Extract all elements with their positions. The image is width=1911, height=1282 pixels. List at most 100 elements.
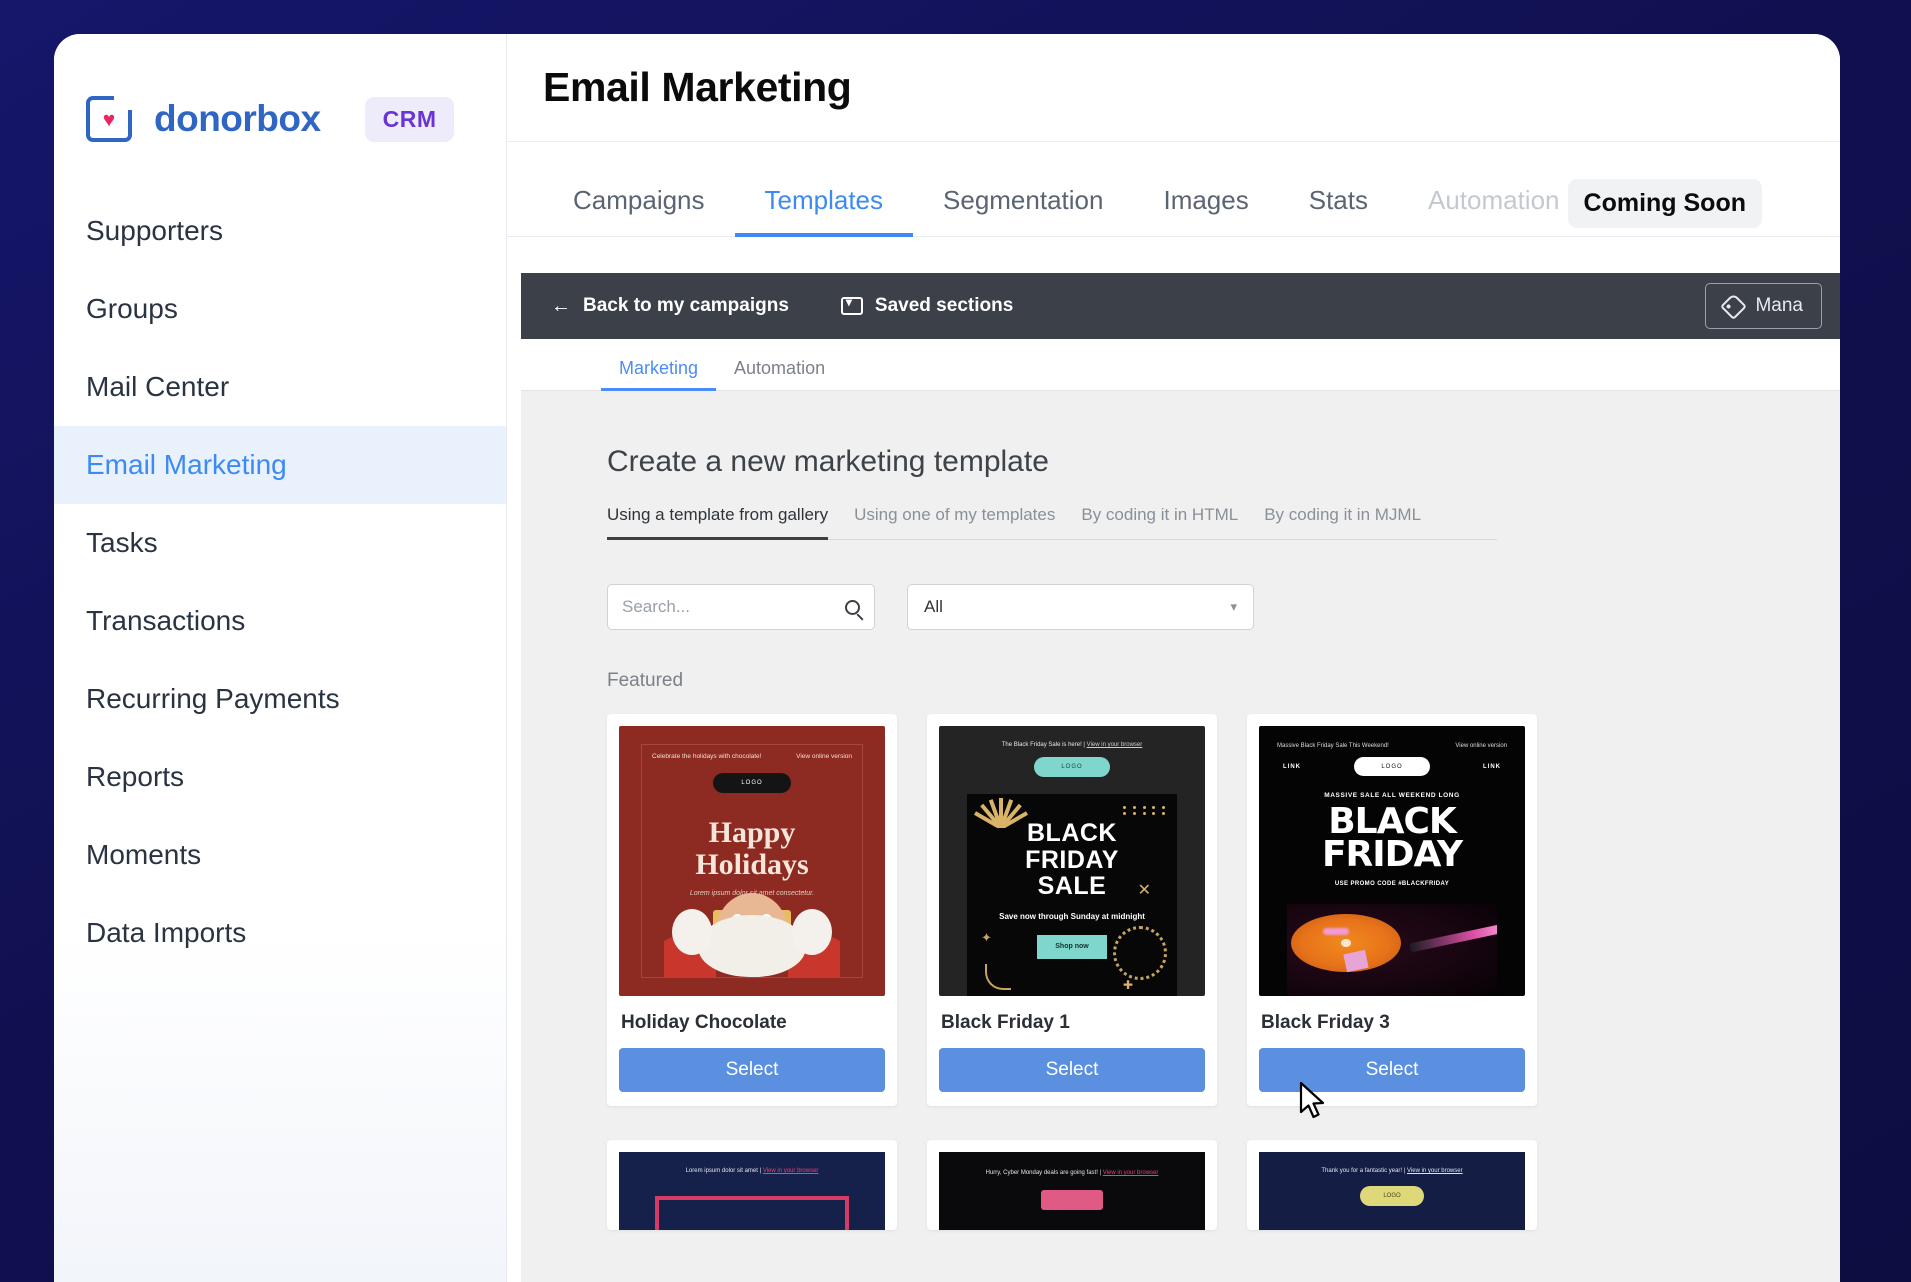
sidebar-item-label: Reports xyxy=(86,761,184,793)
plus-decoration-icon: ✚ xyxy=(1123,978,1133,992)
thumb-headline-line1: Happy xyxy=(642,817,862,849)
tab-label: Automation xyxy=(1428,185,1560,215)
sidebar-item-data-imports[interactable]: Data Imports xyxy=(54,894,506,972)
tab-segmentation[interactable]: Segmentation xyxy=(913,185,1133,236)
gallery-tab-from-gallery[interactable]: Using a template from gallery xyxy=(607,505,841,539)
template-name: Holiday Chocolate xyxy=(621,1012,883,1034)
thumb-kicker: MASSIVE SALE ALL WEEKEND LONG xyxy=(1259,792,1525,799)
page-title: Email Marketing xyxy=(543,64,851,111)
thumb-preheader: Thank you for a fantastic year! | xyxy=(1321,1168,1405,1174)
gallery-tab-code-mjml[interactable]: By coding it in MJML xyxy=(1251,505,1434,539)
turntable-illustration xyxy=(1287,904,1497,996)
thumb-preheader-row: Thank you for a fantastic year! | View i… xyxy=(1259,1152,1525,1174)
thumb-logo: LOGO xyxy=(713,773,791,793)
sidebar-item-reports[interactable]: Reports xyxy=(54,738,506,816)
thumb-preheader: Celebrate the holidays with chocolate! xyxy=(652,753,761,760)
thumb-promo: USE PROMO CODE #BLACKFRIDAY xyxy=(1259,881,1525,887)
subtab-label: Automation xyxy=(734,358,825,378)
sidebar-item-mail-center[interactable]: Mail Center xyxy=(54,348,506,426)
search-input[interactable] xyxy=(622,597,845,617)
sidebar-item-label: Tasks xyxy=(86,527,158,559)
builder-toolbar: ← Back to my campaigns Saved sections Ma… xyxy=(521,273,1840,339)
back-to-campaigns-label: Back to my campaigns xyxy=(583,295,789,317)
sidebar-item-groups[interactable]: Groups xyxy=(54,270,506,348)
dots-decoration-icon xyxy=(1123,806,1169,815)
sidebar: ♥ donorbox CRM Supporters Groups Mail Ce… xyxy=(54,34,507,1282)
back-to-campaigns-button[interactable]: ← Back to my campaigns xyxy=(551,295,789,318)
brand-row[interactable]: ♥ donorbox CRM xyxy=(54,34,506,142)
thumb-preheader-row: Celebrate the holidays with chocolate! V… xyxy=(642,745,862,768)
builder-title: Create a new marketing template xyxy=(607,445,1840,479)
sidebar-item-tasks[interactable]: Tasks xyxy=(54,504,506,582)
manage-label: Mana xyxy=(1755,295,1803,317)
subtab-marketing[interactable]: Marketing xyxy=(601,358,716,390)
builder-body: Create a new marketing template Using a … xyxy=(521,391,1840,1282)
fan-decoration-icon xyxy=(973,796,1029,828)
template-card[interactable]: Celebrate the holidays with chocolate! V… xyxy=(607,714,897,1106)
arrow-left-icon: ← xyxy=(551,295,571,318)
thumb-frame: Celebrate the holidays with chocolate! V… xyxy=(641,744,863,978)
template-thumbnail-black-friday-1: The Black Friday Sale is here! | View in… xyxy=(939,726,1205,996)
template-thumbnail: Hurry, Cyber Monday deals are going fast… xyxy=(939,1152,1205,1230)
thumb-frame xyxy=(655,1196,849,1230)
thumb-logo: LOGO xyxy=(1354,757,1430,776)
tab-label: Templates xyxy=(765,185,884,215)
tab-templates[interactable]: Templates xyxy=(735,185,914,236)
template-thumbnail-holiday-chocolate: Celebrate the holidays with chocolate! V… xyxy=(619,726,885,996)
filter-row: All ▾ xyxy=(607,584,1840,630)
sidebar-item-email-marketing[interactable]: Email Marketing xyxy=(54,426,506,504)
sidebar-item-recurring-payments[interactable]: Recurring Payments xyxy=(54,660,506,738)
thumb-logo: LOGO xyxy=(1034,757,1110,777)
tab-images[interactable]: Images xyxy=(1133,185,1278,236)
select-button[interactable]: Select xyxy=(619,1048,885,1092)
x-decoration-icon: ✕ xyxy=(1138,880,1151,900)
sidebar-item-label: Supporters xyxy=(86,215,223,247)
template-card[interactable]: Lorem ipsum dolor sit amet | View in you… xyxy=(607,1140,897,1230)
sidebar-item-supporters[interactable]: Supporters xyxy=(54,192,506,270)
template-card[interactable]: Hurry, Cyber Monday deals are going fast… xyxy=(927,1140,1217,1230)
sidebar-item-label: Groups xyxy=(86,293,178,325)
tab-label: Campaigns xyxy=(573,185,705,215)
template-card[interactable]: Massive Black Friday Sale This Weekend! … xyxy=(1247,714,1537,1106)
thumb-preheader-row: Massive Black Friday Sale This Weekend! … xyxy=(1259,726,1525,749)
manage-button[interactable]: Mana xyxy=(1705,283,1822,329)
featured-section-label: Featured xyxy=(607,670,1840,692)
tab-stats[interactable]: Stats xyxy=(1279,185,1398,236)
gallery-tab-label: By coding it in HTML xyxy=(1081,505,1238,524)
sidebar-item-label: Moments xyxy=(86,839,201,871)
gallery-tab-my-templates[interactable]: Using one of my templates xyxy=(841,505,1068,539)
category-filter-select[interactable]: All ▾ xyxy=(907,584,1254,630)
subtab-automation[interactable]: Automation xyxy=(716,358,843,390)
thumb-preheader: Massive Black Friday Sale This Weekend! xyxy=(1277,743,1389,749)
thumb-headline-line2: Holidays xyxy=(642,849,862,881)
sidebar-item-label: Transactions xyxy=(86,605,245,637)
template-card-grid-row2: Lorem ipsum dolor sit amet | View in you… xyxy=(607,1140,1840,1230)
sidebar-item-moments[interactable]: Moments xyxy=(54,816,506,894)
sidebar-item-transactions[interactable]: Transactions xyxy=(54,582,506,660)
tab-label: Segmentation xyxy=(943,185,1103,215)
select-button[interactable]: Select xyxy=(939,1048,1205,1092)
tab-campaigns[interactable]: Campaigns xyxy=(543,185,735,236)
template-thumbnail: Thank you for a fantastic year! | View i… xyxy=(1259,1152,1525,1230)
thumb-view-online: View online version xyxy=(1455,743,1507,749)
thumb-preheader: Hurry, Cyber Monday deals are going fast… xyxy=(986,1170,1102,1176)
gallery-tab-code-html[interactable]: By coding it in HTML xyxy=(1068,505,1251,539)
thumb-logo xyxy=(1041,1190,1103,1210)
tab-automation: Automation xyxy=(1398,185,1568,236)
thumb-headline-line2: FRIDAY xyxy=(1259,838,1525,871)
search-box[interactable] xyxy=(607,584,875,630)
gallery-tab-label: By coding it in MJML xyxy=(1264,505,1421,524)
sidebar-item-label: Mail Center xyxy=(86,371,229,403)
select-button[interactable]: Select xyxy=(1259,1048,1525,1092)
saved-sections-button[interactable]: Saved sections xyxy=(841,295,1013,317)
thumb-headline-line2: FRIDAY xyxy=(967,847,1177,874)
thumb-headline: Happy Holidays xyxy=(642,817,862,880)
thumb-preheader-row: Lorem ipsum dolor sit amet | View in you… xyxy=(619,1152,885,1174)
thumb-preheader-row: Hurry, Cyber Monday deals are going fast… xyxy=(939,1152,1205,1176)
template-card[interactable]: Thank you for a fantastic year! | View i… xyxy=(1247,1140,1537,1230)
template-card-grid: Celebrate the holidays with chocolate! V… xyxy=(607,714,1840,1106)
builder-subtabs: Marketing Automation xyxy=(521,339,1840,391)
template-name: Black Friday 1 xyxy=(941,1012,1203,1034)
template-card[interactable]: The Black Friday Sale is here! | View in… xyxy=(927,714,1217,1106)
search-icon[interactable] xyxy=(845,600,860,615)
